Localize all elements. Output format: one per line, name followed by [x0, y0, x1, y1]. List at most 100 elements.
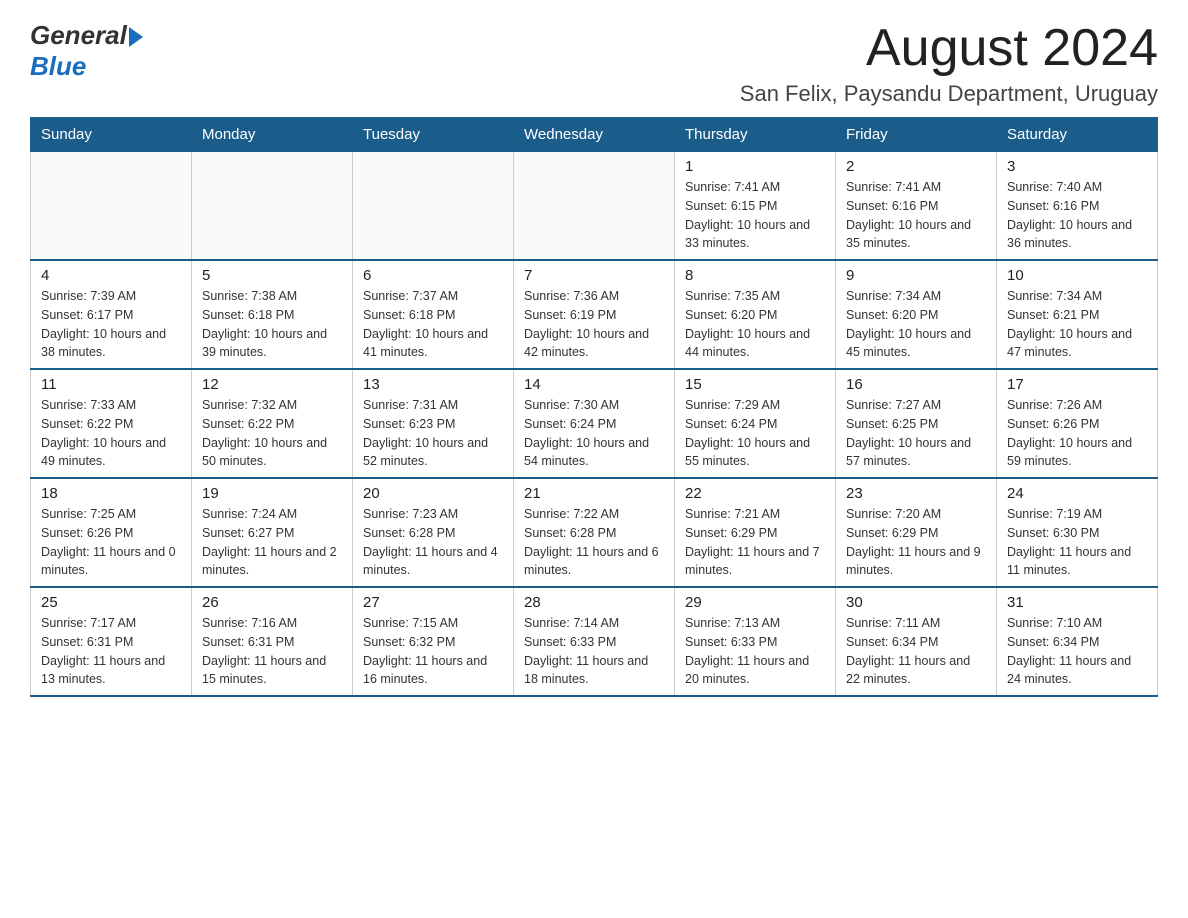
- logo-blue-text: Blue: [30, 51, 86, 82]
- calendar-table: SundayMondayTuesdayWednesdayThursdayFrid…: [30, 117, 1158, 697]
- day-info: Sunrise: 7:34 AMSunset: 6:21 PMDaylight:…: [1007, 287, 1147, 362]
- calendar-cell: 20 Sunrise: 7:23 AMSunset: 6:28 PMDayligh…: [353, 478, 514, 587]
- day-info: Sunrise: 7:41 AMSunset: 6:15 PMDaylight:…: [685, 178, 825, 253]
- day-info: Sunrise: 7:21 AMSunset: 6:29 PMDaylight:…: [685, 505, 825, 580]
- calendar-cell: 7 Sunrise: 7:36 AMSunset: 6:19 PMDaylight…: [514, 260, 675, 369]
- calendar-cell: 1Sunrise: 7:41 AMSunset: 6:15 PMDaylight…: [675, 152, 836, 261]
- weekday-header: Friday: [836, 118, 997, 152]
- day-info: Sunrise: 7:26 AMSunset: 6:26 PMDaylight:…: [1007, 396, 1147, 471]
- calendar-week-row: 4Sunrise: 7:39 AMSunset: 6:17 PMDaylight…: [31, 260, 1158, 369]
- day-info: Sunrise: 7:15 AMSunset: 6:32 PMDaylight:…: [363, 614, 503, 689]
- day-number: 8: [685, 267, 825, 284]
- calendar-cell: 19 Sunrise: 7:24 AMSunset: 6:27 PMDayligh…: [192, 478, 353, 587]
- day-number: 21: [524, 485, 664, 502]
- page-header: General Blue August 2024 San Felix, Pays…: [30, 20, 1158, 107]
- day-info: Sunrise: 7:38 AMSunset: 6:18 PMDaylight:…: [202, 287, 342, 362]
- title-block: August 2024 San Felix, Paysandu Departme…: [740, 20, 1158, 107]
- day-number: 14: [524, 376, 664, 393]
- day-info: Sunrise: 7:27 AMSunset: 6:25 PMDaylight:…: [846, 396, 986, 471]
- day-info: Sunrise: 7:33 AMSunset: 6:22 PMDaylight:…: [41, 396, 181, 471]
- day-number: 10: [1007, 267, 1147, 284]
- day-number: 22: [685, 485, 825, 502]
- logo-general-text: General: [30, 20, 127, 51]
- calendar-cell: 25 Sunrise: 7:17 AMSunset: 6:31 PMDayligh…: [31, 587, 192, 696]
- calendar-cell: [192, 152, 353, 261]
- day-number: 27: [363, 594, 503, 611]
- day-number: 25: [41, 594, 181, 611]
- weekday-header: Sunday: [31, 118, 192, 152]
- day-number: 30: [846, 594, 986, 611]
- calendar-cell: 12 Sunrise: 7:32 AMSunset: 6:22 PMDayligh…: [192, 369, 353, 478]
- day-number: 11: [41, 376, 181, 393]
- calendar-cell: 2 Sunrise: 7:41 AMSunset: 6:16 PMDaylight…: [836, 152, 997, 261]
- calendar-week-row: 18 Sunrise: 7:25 AMSunset: 6:26 PMDayligh…: [31, 478, 1158, 587]
- calendar-cell: 30 Sunrise: 7:11 AMSunset: 6:34 PMDayligh…: [836, 587, 997, 696]
- calendar-cell: 27 Sunrise: 7:15 AMSunset: 6:32 PMDayligh…: [353, 587, 514, 696]
- day-number: 23: [846, 485, 986, 502]
- day-number: 20: [363, 485, 503, 502]
- calendar-cell: 24 Sunrise: 7:19 AMSunset: 6:30 PMDayligh…: [997, 478, 1158, 587]
- month-title: August 2024: [740, 20, 1158, 77]
- day-number: 6: [363, 267, 503, 284]
- day-number: 5: [202, 267, 342, 284]
- day-info: Sunrise: 7:17 AMSunset: 6:31 PMDaylight:…: [41, 614, 181, 689]
- day-number: 24: [1007, 485, 1147, 502]
- weekday-header: Saturday: [997, 118, 1158, 152]
- day-number: 18: [41, 485, 181, 502]
- calendar-cell: 17Sunrise: 7:26 AMSunset: 6:26 PMDayligh…: [997, 369, 1158, 478]
- day-info: Sunrise: 7:31 AMSunset: 6:23 PMDaylight:…: [363, 396, 503, 471]
- day-info: Sunrise: 7:29 AMSunset: 6:24 PMDaylight:…: [685, 396, 825, 471]
- calendar-cell: 15 Sunrise: 7:29 AMSunset: 6:24 PMDayligh…: [675, 369, 836, 478]
- day-number: 19: [202, 485, 342, 502]
- day-number: 31: [1007, 594, 1147, 611]
- weekday-header: Thursday: [675, 118, 836, 152]
- calendar-week-row: 25 Sunrise: 7:17 AMSunset: 6:31 PMDayligh…: [31, 587, 1158, 696]
- calendar-cell: 22 Sunrise: 7:21 AMSunset: 6:29 PMDayligh…: [675, 478, 836, 587]
- calendar-cell: 5 Sunrise: 7:38 AMSunset: 6:18 PMDaylight…: [192, 260, 353, 369]
- day-info: Sunrise: 7:39 AMSunset: 6:17 PMDaylight:…: [41, 287, 181, 362]
- day-info: Sunrise: 7:23 AMSunset: 6:28 PMDaylight:…: [363, 505, 503, 580]
- weekday-header: Monday: [192, 118, 353, 152]
- day-number: 29: [685, 594, 825, 611]
- day-info: Sunrise: 7:40 AMSunset: 6:16 PMDaylight:…: [1007, 178, 1147, 253]
- day-info: Sunrise: 7:11 AMSunset: 6:34 PMDaylight:…: [846, 614, 986, 689]
- day-info: Sunrise: 7:14 AMSunset: 6:33 PMDaylight:…: [524, 614, 664, 689]
- weekday-header: Wednesday: [514, 118, 675, 152]
- day-number: 26: [202, 594, 342, 611]
- calendar-cell: [353, 152, 514, 261]
- day-info: Sunrise: 7:20 AMSunset: 6:29 PMDaylight:…: [846, 505, 986, 580]
- day-info: Sunrise: 7:36 AMSunset: 6:19 PMDaylight:…: [524, 287, 664, 362]
- weekday-header: Tuesday: [353, 118, 514, 152]
- calendar-cell: 21Sunrise: 7:22 AMSunset: 6:28 PMDayligh…: [514, 478, 675, 587]
- calendar-week-row: 1Sunrise: 7:41 AMSunset: 6:15 PMDaylight…: [31, 152, 1158, 261]
- calendar-cell: 8 Sunrise: 7:35 AMSunset: 6:20 PMDaylight…: [675, 260, 836, 369]
- day-info: Sunrise: 7:41 AMSunset: 6:16 PMDaylight:…: [846, 178, 986, 253]
- calendar-cell: 28 Sunrise: 7:14 AMSunset: 6:33 PMDayligh…: [514, 587, 675, 696]
- calendar-cell: [514, 152, 675, 261]
- day-number: 15: [685, 376, 825, 393]
- day-number: 28: [524, 594, 664, 611]
- calendar-cell: 18 Sunrise: 7:25 AMSunset: 6:26 PMDayligh…: [31, 478, 192, 587]
- day-number: 13: [363, 376, 503, 393]
- calendar-cell: 31Sunrise: 7:10 AMSunset: 6:34 PMDayligh…: [997, 587, 1158, 696]
- day-info: Sunrise: 7:32 AMSunset: 6:22 PMDaylight:…: [202, 396, 342, 471]
- calendar-cell: 23 Sunrise: 7:20 AMSunset: 6:29 PMDayligh…: [836, 478, 997, 587]
- day-number: 3: [1007, 158, 1147, 175]
- day-number: 12: [202, 376, 342, 393]
- day-info: Sunrise: 7:16 AMSunset: 6:31 PMDaylight:…: [202, 614, 342, 689]
- day-info: Sunrise: 7:34 AMSunset: 6:20 PMDaylight:…: [846, 287, 986, 362]
- day-info: Sunrise: 7:25 AMSunset: 6:26 PMDaylight:…: [41, 505, 181, 580]
- calendar-cell: 11 Sunrise: 7:33 AMSunset: 6:22 PMDayligh…: [31, 369, 192, 478]
- day-info: Sunrise: 7:35 AMSunset: 6:20 PMDaylight:…: [685, 287, 825, 362]
- day-info: Sunrise: 7:24 AMSunset: 6:27 PMDaylight:…: [202, 505, 342, 580]
- logo-triangle-icon: [129, 27, 143, 47]
- calendar-header-row: SundayMondayTuesdayWednesdayThursdayFrid…: [31, 118, 1158, 152]
- calendar-cell: 16Sunrise: 7:27 AMSunset: 6:25 PMDayligh…: [836, 369, 997, 478]
- day-info: Sunrise: 7:13 AMSunset: 6:33 PMDaylight:…: [685, 614, 825, 689]
- calendar-week-row: 11 Sunrise: 7:33 AMSunset: 6:22 PMDayligh…: [31, 369, 1158, 478]
- day-number: 2: [846, 158, 986, 175]
- day-info: Sunrise: 7:19 AMSunset: 6:30 PMDaylight:…: [1007, 505, 1147, 580]
- day-number: 7: [524, 267, 664, 284]
- day-number: 9: [846, 267, 986, 284]
- calendar-cell: 26 Sunrise: 7:16 AMSunset: 6:31 PMDayligh…: [192, 587, 353, 696]
